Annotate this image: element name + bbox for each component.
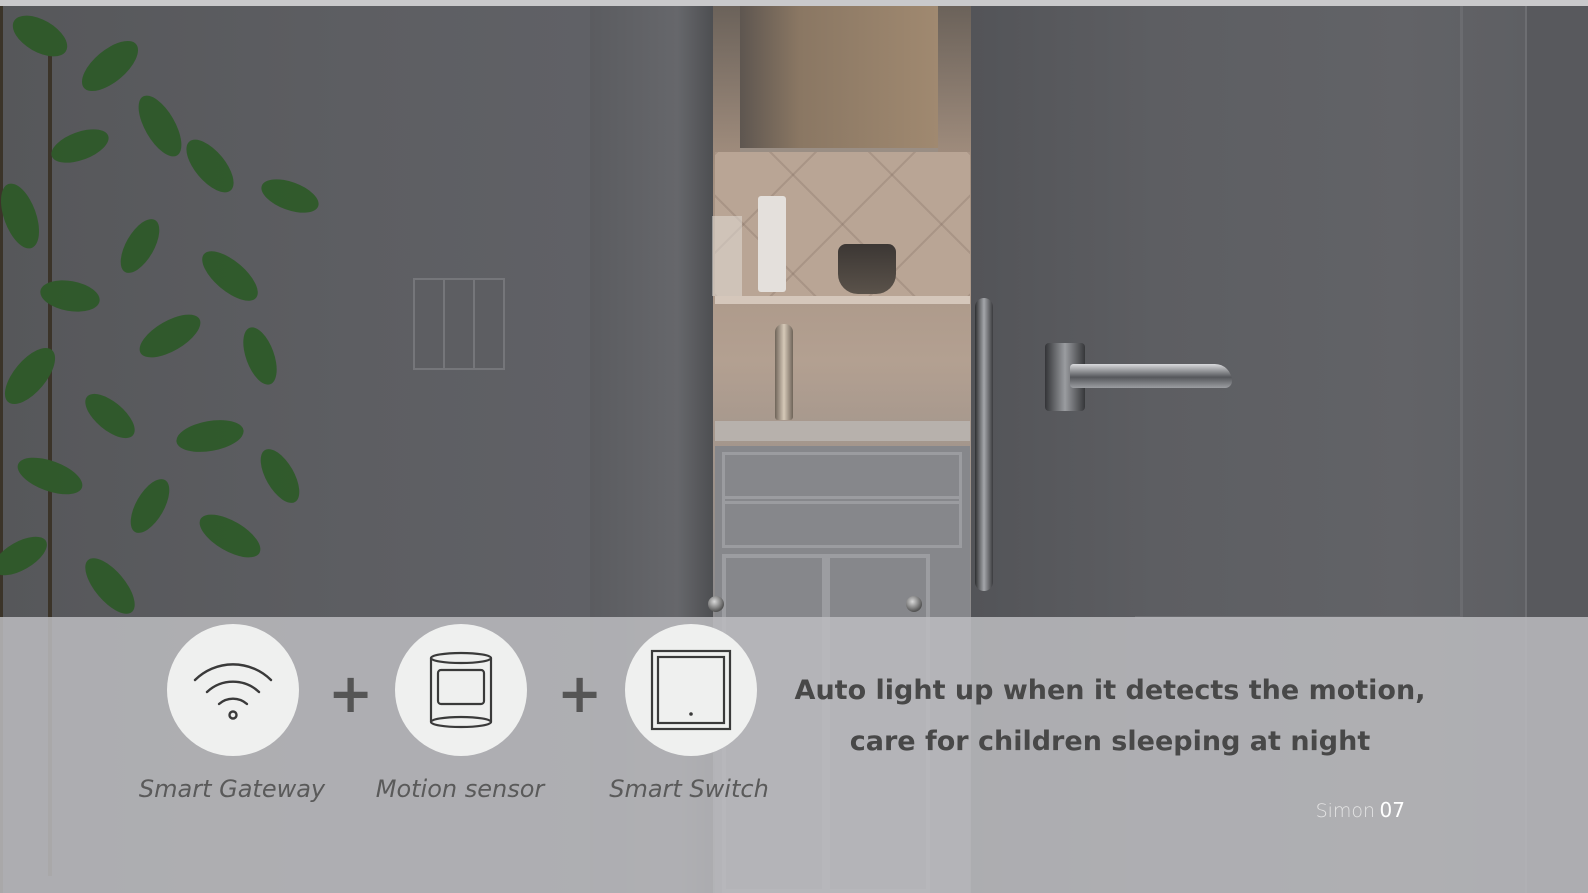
headline-line-2: care for children sleeping at night bbox=[849, 726, 1371, 757]
door-latch-plate bbox=[975, 298, 993, 591]
vanity-counter bbox=[715, 421, 970, 441]
toothbrush-cup bbox=[712, 216, 742, 296]
smart-switch-device-circle bbox=[625, 624, 757, 756]
vanity-drawer bbox=[722, 496, 962, 548]
plus-sign: + bbox=[328, 662, 374, 725]
bathroom-mirror bbox=[740, 6, 938, 152]
wifi-icon bbox=[193, 663, 273, 720]
motion-sensor-icon bbox=[429, 651, 493, 729]
bathroom-shelf bbox=[715, 296, 970, 304]
headline-line-1: Auto light up when it detects the motion… bbox=[794, 675, 1426, 706]
cabinet-knob bbox=[906, 596, 922, 612]
door-panel bbox=[1135, 6, 1463, 619]
decor-vase bbox=[838, 244, 896, 294]
switch-icon bbox=[650, 649, 732, 731]
door-handle-lever bbox=[1070, 364, 1232, 388]
brand-footer: Simon 07 bbox=[1250, 796, 1405, 827]
plus-sign: + bbox=[557, 662, 603, 725]
smart-gateway-label: Smart Gateway bbox=[138, 775, 326, 803]
cabinet-knob bbox=[708, 596, 724, 612]
smart-switch-label: Smart Switch bbox=[609, 775, 769, 803]
gateway-device-circle bbox=[167, 624, 299, 756]
motion-sensor-device-circle bbox=[395, 624, 527, 756]
headline: Auto light up when it detects the motion… bbox=[790, 665, 1430, 767]
motion-sensor-label: Motion sensor bbox=[375, 775, 545, 803]
page-number: 07 bbox=[1379, 798, 1405, 822]
brand-name: Simon bbox=[1315, 800, 1376, 822]
toothpaste-tube bbox=[758, 196, 786, 292]
faucet bbox=[775, 324, 793, 420]
wall-switch bbox=[413, 278, 505, 370]
